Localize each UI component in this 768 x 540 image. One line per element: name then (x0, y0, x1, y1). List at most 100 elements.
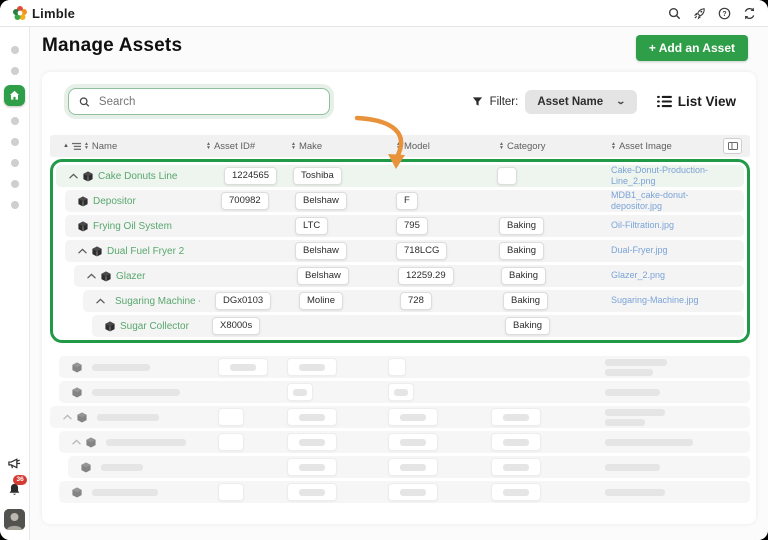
asset-id-field[interactable]: 700982 (221, 192, 269, 210)
sort-icon: ▲▼ (291, 142, 296, 151)
column-header-asset-image[interactable]: ▲▼ Asset Image (605, 141, 720, 152)
sidebar-item-dot[interactable] (11, 180, 19, 188)
model-field[interactable]: 728 (400, 292, 432, 310)
table-row-placeholder[interactable] (59, 356, 750, 378)
asset-cube-icon (78, 196, 88, 207)
asset-name-link[interactable]: Dual Fuel Fryer 2 (107, 246, 184, 257)
table-row[interactable]: Sugaring Machine - 0103 DGx0103 Moline 7… (83, 290, 744, 312)
asset-name-link[interactable]: Sugar Collector (120, 321, 189, 332)
table-row[interactable]: Cake Donuts Line 1224565 Toshiba Cake-Do… (56, 165, 744, 187)
asset-name-link[interactable]: Depositor (93, 196, 136, 207)
asset-cube-icon (72, 487, 82, 498)
help-icon[interactable]: ? (717, 6, 731, 20)
table-row[interactable]: Dual Fuel Fryer 2 Belshaw 718LCG Baking … (65, 240, 744, 262)
list-view-toggle[interactable]: List View (657, 94, 736, 109)
asset-cube-icon (92, 246, 102, 257)
asset-name-link[interactable]: Frying Oil System (93, 221, 172, 232)
asset-id-field[interactable]: 1224565 (224, 167, 277, 185)
highlighted-rows-group: Cake Donuts Line 1224565 Toshiba Cake-Do… (50, 159, 750, 343)
table-row[interactable]: Frying Oil System LTC 795 Baking Oil-Fil… (65, 215, 744, 237)
category-field[interactable]: Baking (499, 242, 544, 260)
table-row-placeholder[interactable] (59, 431, 750, 453)
column-settings-button[interactable] (723, 138, 742, 154)
filter-dropdown[interactable]: Asset Name ⌄ (525, 90, 636, 114)
asset-image-link[interactable]: MDB1_cake-donut-depositor.jpg (611, 190, 718, 213)
table-row-placeholder[interactable] (68, 456, 750, 478)
chevron-up-icon[interactable] (78, 248, 87, 254)
brand[interactable]: Limble (12, 5, 75, 21)
search-icon[interactable] (667, 6, 681, 20)
make-field[interactable]: LTC (295, 217, 328, 235)
asset-image-link[interactable]: Oil-Filtration.jpg (611, 220, 674, 231)
asset-id-field[interactable]: DGx0103 (215, 292, 271, 310)
column-header-asset-id[interactable]: ▲▼ Asset ID# (200, 141, 285, 152)
make-field[interactable]: Belshaw (295, 192, 347, 210)
table-row-placeholder[interactable] (59, 381, 750, 403)
add-asset-button[interactable]: + Add an Asset (636, 35, 748, 61)
user-avatar[interactable] (4, 509, 25, 530)
sidebar-item-home[interactable] (4, 85, 25, 106)
table-row-placeholder[interactable] (59, 481, 750, 503)
asset-image-link[interactable]: Dual-Fryer.jpg (611, 245, 668, 256)
column-header-name[interactable]: ▲ ▲▼ Name (50, 141, 200, 152)
model-field[interactable]: 718LCG (396, 242, 447, 260)
asset-name-link[interactable]: Sugaring Machine - 0103 (115, 296, 200, 307)
chevron-up-icon[interactable] (69, 173, 78, 179)
category-field[interactable]: Baking (505, 317, 550, 335)
category-field[interactable] (497, 167, 517, 185)
make-placeholder (287, 458, 337, 476)
columns-icon (728, 142, 738, 150)
sidebar-item-dot[interactable] (11, 201, 19, 209)
app-window: Limble ? (0, 0, 768, 540)
model-field[interactable]: 12259.29 (398, 267, 454, 285)
asset-id-placeholder (218, 358, 268, 376)
asset-id-placeholder (218, 408, 244, 426)
make-field[interactable]: Moline (299, 292, 343, 310)
notifications-bell[interactable]: 36 (7, 482, 22, 502)
column-header-model[interactable]: ▲▼ Model (390, 141, 493, 152)
search-input[interactable] (97, 95, 319, 109)
refresh-icon[interactable] (742, 6, 756, 20)
make-field[interactable]: Belshaw (295, 242, 347, 260)
make-field[interactable]: Toshiba (293, 167, 342, 185)
asset-image-link[interactable]: Sugaring-Machine.jpg (611, 295, 699, 306)
column-header-make[interactable]: ▲▼ Make (285, 141, 390, 152)
megaphone-icon[interactable] (7, 456, 22, 475)
category-field[interactable]: Baking (503, 292, 548, 310)
assets-panel: Filter: Asset Name ⌄ List View (42, 72, 756, 524)
chevron-up-icon[interactable] (87, 273, 96, 279)
chevron-up-icon[interactable] (72, 439, 81, 445)
search-box[interactable] (68, 88, 330, 115)
category-field[interactable]: Baking (499, 217, 544, 235)
model-placeholder (388, 408, 438, 426)
image-placeholder (605, 489, 665, 496)
make-field[interactable]: Belshaw (297, 267, 349, 285)
model-field[interactable]: F (396, 192, 418, 210)
chevron-up-icon[interactable] (96, 298, 105, 304)
table-row[interactable]: Sugar Collector X8000s Baking (92, 315, 744, 337)
sidebar-item-dot[interactable] (11, 138, 19, 146)
model-field[interactable]: 795 (396, 217, 428, 235)
asset-id-field[interactable]: X8000s (212, 317, 260, 335)
sort-icon: ▲▼ (396, 142, 401, 151)
table-row[interactable]: Depositor 700982 Belshaw F MDB1_cake-don… (65, 190, 744, 212)
sort-icon: ▲▼ (206, 142, 211, 151)
chevron-up-icon[interactable] (63, 414, 72, 420)
rocket-icon[interactable] (692, 6, 706, 20)
asset-image-link[interactable]: Cake-Donut-Production-Line_2.png (611, 165, 718, 188)
sidebar-item-dot[interactable] (11, 117, 19, 125)
asset-id-placeholder (218, 433, 244, 451)
sidebar-item-dot[interactable] (11, 67, 19, 75)
table-row[interactable]: Glazer Belshaw 12259.29 Baking Glazer_2.… (74, 265, 744, 287)
sidebar-item-dot[interactable] (11, 159, 19, 167)
asset-name-link[interactable]: Cake Donuts Line (98, 171, 178, 182)
notification-badge: 36 (13, 475, 27, 485)
list-view-label: List View (678, 94, 736, 109)
svg-text:?: ? (722, 11, 726, 18)
table-row-placeholder[interactable] (50, 406, 750, 428)
category-field[interactable]: Baking (501, 267, 546, 285)
asset-image-link[interactable]: Glazer_2.png (611, 270, 665, 281)
asset-name-link[interactable]: Glazer (116, 271, 145, 282)
column-header-category[interactable]: ▲▼ Category (493, 141, 605, 152)
sidebar-item-dot[interactable] (11, 46, 19, 54)
